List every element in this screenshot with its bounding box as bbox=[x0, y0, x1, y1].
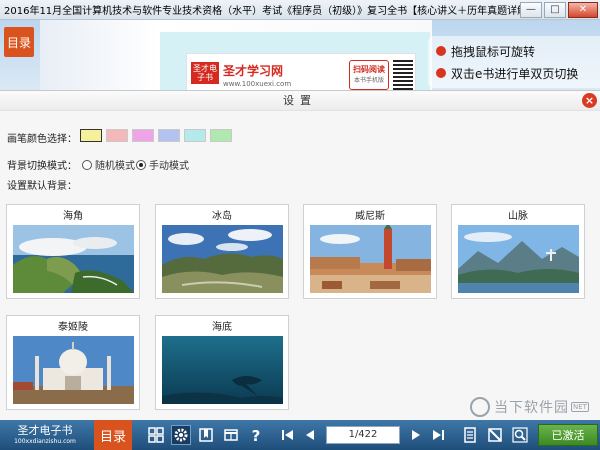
scan-subtitle: 本书手机版 bbox=[353, 77, 384, 84]
bullet-icon bbox=[436, 46, 446, 56]
settings-title: 设置 bbox=[0, 91, 600, 111]
bg-card-caption: 山脉 bbox=[508, 211, 528, 222]
scan-badge: 扫码阅读 本书手机版 bbox=[349, 60, 389, 90]
default-bg-label: 设置默认背景： bbox=[7, 181, 77, 192]
toolbar-toc-button[interactable]: 目录 bbox=[94, 420, 132, 450]
scan-title: 扫码阅读 bbox=[353, 65, 385, 74]
taj-mahal-image bbox=[13, 336, 134, 404]
maximize-button[interactable]: □ bbox=[544, 1, 566, 18]
pen-color-label: 画笔颜色选择： bbox=[7, 134, 77, 145]
last-page-icon[interactable] bbox=[428, 425, 448, 445]
toc-button[interactable]: 目录 bbox=[4, 27, 34, 57]
radio-circle-selected-icon bbox=[136, 159, 146, 170]
svg-text:?: ? bbox=[252, 427, 261, 443]
brand-name: 圣才电子书 bbox=[17, 424, 73, 437]
radio-random-mode[interactable]: 随机模式 bbox=[82, 157, 135, 172]
watermark-text: 当下软件园 bbox=[494, 400, 569, 416]
bg-card-taj-mahal[interactable]: 泰姬陵 bbox=[6, 315, 140, 410]
bg-card-caption: 海底 bbox=[212, 322, 232, 333]
tip-item: 拖拽鼠标可旋转 bbox=[436, 40, 600, 62]
pen-color-swatch-blue[interactable] bbox=[158, 129, 180, 142]
window-titlebar: 2016年11月全国计算机技术与软件专业技术资格（水平）考试《程序员（初级）》复… bbox=[0, 0, 600, 20]
pen-color-swatch-cyan[interactable] bbox=[184, 129, 206, 142]
activated-button[interactable]: 已激活 bbox=[538, 424, 598, 446]
bg-card-cape[interactable]: 海角 bbox=[6, 204, 140, 299]
tips-panel: 拖拽鼠标可旋转 双击e书进行单双页切换 bbox=[428, 36, 600, 88]
bg-card-iceland[interactable]: 冰岛 bbox=[155, 204, 289, 299]
notes-icon[interactable] bbox=[221, 425, 241, 445]
radio-circle-icon bbox=[82, 159, 92, 170]
bg-mode-label: 背景切换模式： bbox=[7, 161, 77, 172]
minimize-button[interactable]: — bbox=[520, 1, 542, 18]
bottom-toolbar: 圣才电子书 100xxdianzishu.com 目录 ? 1/422 已激活 bbox=[0, 420, 600, 450]
bg-card-seabed[interactable]: 海底 bbox=[155, 315, 289, 410]
text-list-icon[interactable] bbox=[460, 425, 480, 445]
brand-logo: 圣才电子书 100xxdianzishu.com bbox=[0, 420, 90, 450]
zoom-search-icon[interactable] bbox=[510, 425, 530, 445]
radio-label: 随机模式 bbox=[95, 161, 135, 172]
ad-panel[interactable]: 圣才电子书 圣才学习网 www.100xuexi.com 扫码阅读 本书手机版 bbox=[186, 53, 416, 90]
bg-card-caption: 威尼斯 bbox=[355, 211, 385, 222]
close-window-button[interactable]: ✕ bbox=[568, 1, 598, 18]
watermark: 当下软件园 NET bbox=[470, 396, 598, 418]
watermark-logo-icon bbox=[470, 397, 490, 417]
tip-text: 双击e书进行单双页切换 bbox=[451, 66, 579, 81]
close-settings-button[interactable]: × bbox=[582, 93, 597, 108]
cape-landscape-image bbox=[13, 225, 134, 293]
bg-card-caption: 冰岛 bbox=[212, 211, 232, 222]
bg-card-venice[interactable]: 威尼斯 bbox=[303, 204, 437, 299]
pen-color-swatch-magenta[interactable] bbox=[132, 129, 154, 142]
radio-manual-mode[interactable]: 手动模式 bbox=[136, 157, 189, 172]
brand-url: 100xxdianzishu.com bbox=[14, 438, 76, 445]
ad-url: www.100xuexi.com bbox=[223, 80, 292, 88]
next-page-icon[interactable] bbox=[406, 425, 426, 445]
iceland-landscape-image bbox=[162, 225, 283, 293]
qr-code-icon bbox=[393, 60, 413, 90]
tip-item: 双击e书进行单双页切换 bbox=[436, 62, 600, 84]
settings-gear-icon[interactable] bbox=[171, 425, 191, 445]
thumbnails-icon[interactable] bbox=[146, 425, 166, 445]
pen-color-swatch-pink[interactable] bbox=[106, 129, 128, 142]
tip-text: 拖拽鼠标可旋转 bbox=[451, 44, 536, 59]
bullet-icon bbox=[436, 68, 446, 78]
watermark-tag: NET bbox=[571, 402, 589, 412]
bookmark-icon[interactable] bbox=[196, 425, 216, 445]
prev-page-icon[interactable] bbox=[300, 425, 320, 445]
window-title: 2016年11月全国计算机技术与软件专业技术资格（水平）考试《程序员（初级）》复… bbox=[4, 6, 520, 17]
bg-card-mountains[interactable]: 山脉 bbox=[451, 204, 585, 299]
ad-site-name: 圣才学习网 bbox=[223, 64, 284, 78]
crop-icon[interactable] bbox=[485, 425, 505, 445]
first-page-icon[interactable] bbox=[278, 425, 298, 445]
mountains-landscape-image bbox=[458, 225, 579, 293]
shengcai-logo-icon: 圣才电子书 bbox=[191, 62, 219, 84]
help-icon[interactable]: ? bbox=[246, 425, 266, 445]
settings-dialog: 设置 × 画笔颜色选择： 背景切换模式： 随机模式 手动模式 设置默认背景： 海… bbox=[0, 90, 600, 420]
bg-card-caption: 海角 bbox=[63, 211, 83, 222]
pen-color-swatch-yellow[interactable] bbox=[80, 129, 102, 142]
top-banner: 目录 圣才电子书 圣才学习网 www.100xuexi.com 扫码阅读 本书手… bbox=[0, 20, 600, 90]
radio-label: 手动模式 bbox=[149, 161, 189, 172]
venice-cityscape-image bbox=[310, 225, 431, 293]
page-indicator[interactable]: 1/422 bbox=[326, 426, 400, 444]
bg-card-caption: 泰姬陵 bbox=[58, 322, 88, 333]
pen-color-swatch-green[interactable] bbox=[210, 129, 232, 142]
seabed-image bbox=[162, 336, 283, 404]
